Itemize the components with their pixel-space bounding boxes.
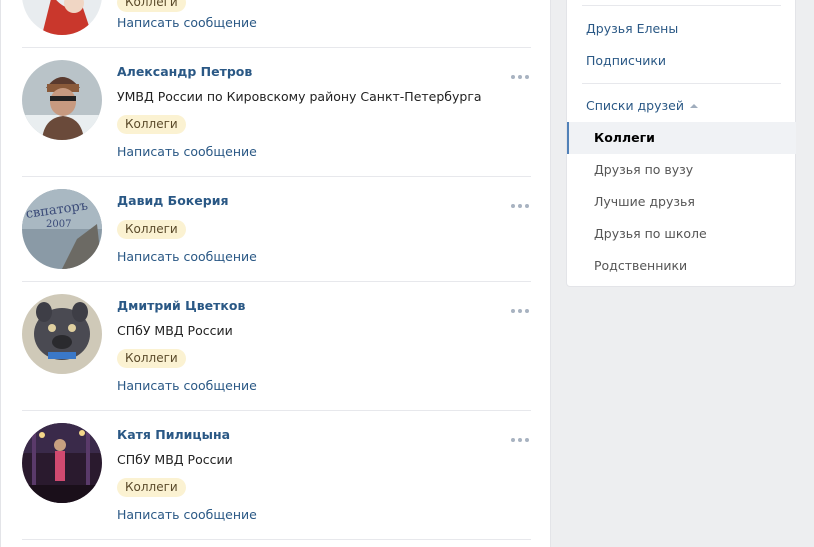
sidebar-item-list-best[interactable]: Лучшие друзья xyxy=(594,194,695,209)
friend-tag[interactable]: Коллеги xyxy=(117,115,186,134)
friend-tag[interactable]: Коллеги xyxy=(117,478,186,497)
divider xyxy=(582,5,781,6)
write-message-link[interactable]: Написать сообщение xyxy=(117,378,257,393)
friend-lists-label: Списки друзей xyxy=(586,98,684,113)
sidebar-item-list-university[interactable]: Друзья по вузу xyxy=(594,162,693,177)
sidebar-item-list-school[interactable]: Друзья по школе xyxy=(594,226,707,241)
write-message-link[interactable]: Написать сообщение xyxy=(117,249,257,264)
svg-text:2007: 2007 xyxy=(46,219,71,230)
friend-info: СПбУ МВД России xyxy=(117,323,233,338)
friend-tag[interactable]: Коллеги xyxy=(117,349,186,368)
friend-info: УМВД России по Кировскому району Санкт-П… xyxy=(117,89,482,104)
more-actions-icon[interactable] xyxy=(511,74,529,80)
sidebar-item-list-colleagues[interactable]: Коллеги xyxy=(594,130,655,145)
more-actions-icon[interactable] xyxy=(511,437,529,443)
write-message-link[interactable]: Написать сообщение xyxy=(117,15,257,30)
sidebar-item-subscribers[interactable]: Подписчики xyxy=(586,53,666,68)
friend-tag[interactable]: Коллеги xyxy=(117,220,186,239)
friend-tag[interactable]: Коллеги xyxy=(117,0,186,12)
more-actions-icon[interactable] xyxy=(511,308,529,314)
friend-name-link[interactable]: Давид Бокерия xyxy=(117,193,229,208)
chevron-up-icon xyxy=(689,104,698,108)
friend-row: Дмитрий Цветков СПбУ МВД России Коллеги … xyxy=(22,281,531,411)
sidebar-item-list-relatives[interactable]: Родственники xyxy=(594,258,687,273)
friends-sidebar: Друзья Елены Подписчики Списки друзей Ко… xyxy=(566,0,796,287)
more-actions-icon[interactable] xyxy=(511,203,529,209)
friend-row: Катя Пилицына СПбУ МВД России Коллеги На… xyxy=(22,410,531,540)
friend-row: Александр Петров УМВД России по Кировско… xyxy=(22,47,531,177)
sidebar-item-friends-of[interactable]: Друзья Елены xyxy=(586,21,678,36)
friend-name-link[interactable]: Катя Пилицына xyxy=(117,427,230,442)
friend-row: Коллеги Написать сообщение xyxy=(22,0,531,48)
divider xyxy=(582,83,781,84)
write-message-link[interactable]: Написать сообщение xyxy=(117,144,257,159)
avatar[interactable] xyxy=(22,294,102,374)
friends-list-panel: Коллеги Написать сообщение Александр Пет… xyxy=(0,0,551,547)
friend-name-link[interactable]: Александр Петров xyxy=(117,64,252,79)
friend-row: свпаторъ 2007 Давид Бокерия Коллеги Напи… xyxy=(22,176,531,282)
friend-info: СПбУ МВД России xyxy=(117,452,233,467)
avatar[interactable]: свпаторъ 2007 xyxy=(22,189,102,269)
sidebar-item-friend-lists[interactable]: Списки друзей xyxy=(586,98,698,113)
avatar[interactable] xyxy=(22,423,102,503)
friend-name-link[interactable]: Дмитрий Цветков xyxy=(117,298,245,313)
write-message-link[interactable]: Написать сообщение xyxy=(117,507,257,522)
avatar[interactable] xyxy=(22,0,102,35)
avatar[interactable] xyxy=(22,60,102,140)
